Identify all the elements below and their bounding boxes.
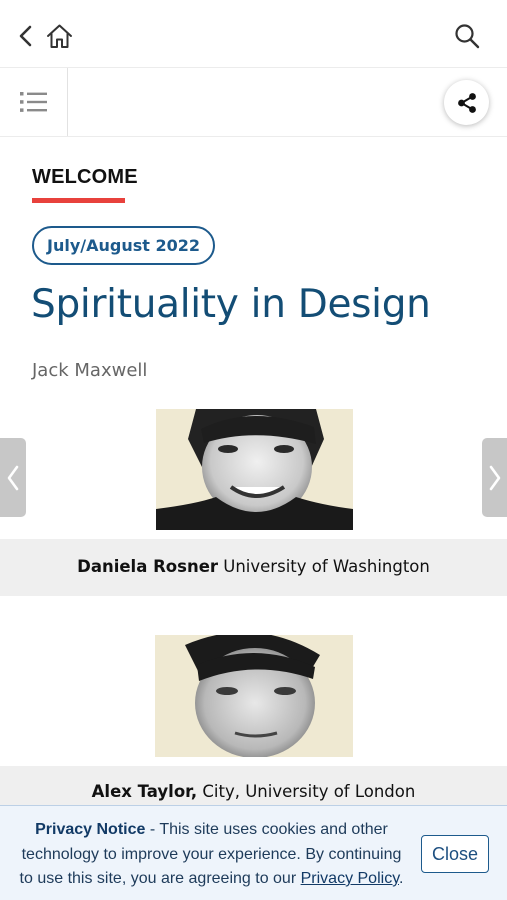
top-bar (0, 0, 507, 68)
privacy-banner: Privacy Notice - This site uses cookies … (0, 805, 507, 900)
privacy-notice-text: Privacy Notice - This site uses cookies … (14, 818, 409, 892)
search-icon (455, 24, 480, 49)
search-button[interactable] (450, 20, 484, 52)
article-toolbar (0, 68, 507, 137)
article-title: Spirituality in Design (31, 282, 431, 327)
close-button[interactable]: Close (421, 835, 489, 873)
privacy-end: . (399, 870, 404, 887)
chevron-left-icon (19, 25, 32, 47)
share-icon (457, 92, 476, 113)
previous-article-button[interactable] (0, 438, 26, 517)
share-button[interactable] (444, 80, 489, 125)
issue-badge[interactable]: July/August 2022 (32, 226, 215, 265)
article-author: Jack Maxwell (32, 360, 148, 381)
chevron-right-icon (489, 465, 501, 490)
person-affiliation: City, University of London (197, 782, 416, 801)
table-of-contents-button[interactable] (0, 68, 68, 136)
person-affiliation: University of Washington (218, 557, 430, 576)
chevron-left-icon (7, 465, 19, 490)
list-icon (19, 92, 47, 112)
section-underline (32, 198, 125, 203)
section-label: WELCOME (32, 166, 138, 188)
next-article-button[interactable] (482, 438, 507, 517)
back-button[interactable] (12, 20, 40, 52)
author-photo-alex-taylor (155, 635, 353, 757)
person-name: Daniela Rosner (77, 557, 219, 576)
author-photo-daniela-rosner (156, 409, 353, 530)
home-icon (46, 24, 72, 48)
home-button[interactable] (44, 20, 74, 52)
person-name: Alex Taylor, (91, 782, 198, 801)
photo-caption: Daniela Rosner University of Washington (0, 539, 507, 596)
privacy-heading: Privacy Notice (35, 821, 146, 838)
privacy-policy-link[interactable]: Privacy Policy (301, 870, 399, 887)
